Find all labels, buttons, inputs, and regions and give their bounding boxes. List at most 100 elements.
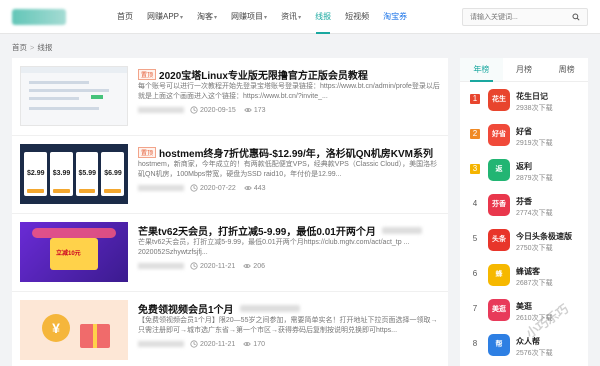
article-date: 2020-09-15 xyxy=(200,106,236,114)
app-name[interactable]: 今日头条极速版 xyxy=(516,231,572,242)
download-count: 2576次下载 xyxy=(516,350,553,357)
pinned-badge: 置顶 xyxy=(138,147,157,158)
haosheng-icon[interactable]: 好省 xyxy=(488,124,510,146)
rank-number: 6 xyxy=(472,269,478,278)
article-title[interactable]: 免费领视频会员1个月 xyxy=(138,301,443,316)
article-meta: 2020-11-21 206 xyxy=(138,262,265,270)
download-count: 2938次下载 xyxy=(516,105,553,112)
rank-number: 5 xyxy=(472,234,478,243)
nav-item[interactable]: 首页 xyxy=(110,0,140,34)
article-title[interactable]: 置顶 hostmem终身7折优惠码-$12.99/年，洛杉矶QN机房KVM系列 xyxy=(138,145,443,160)
ranking-item[interactable]: 8 帮众人帮 2576次下载 xyxy=(460,331,588,365)
article-thumbnail[interactable] xyxy=(20,66,128,126)
app-name[interactable]: 花生日记 xyxy=(516,91,548,102)
author-name-blurred xyxy=(138,185,184,191)
chevron-down-icon: ▾ xyxy=(214,15,218,21)
nav-item[interactable]: 短视频 xyxy=(338,0,376,34)
tab-weekly[interactable]: 周榜 xyxy=(545,58,588,81)
article-meta: 2020-07-22 443 xyxy=(138,184,266,192)
author-name-blurred xyxy=(138,107,184,113)
rank-number: 2 xyxy=(470,129,480,139)
eye-icon xyxy=(243,264,251,268)
article-excerpt: 【免费领视频会员1个月】限20—55岁之间参加，需要简单实名！打开地址下拉页面选… xyxy=(138,317,438,334)
ranking-item[interactable]: 2 好省 好省 2919次下载 xyxy=(460,121,588,155)
chevron-down-icon: ▾ xyxy=(264,15,268,21)
article-excerpt: 芒果tv62天会员，打折立减5-9.99，最低0.01开两个月https://c… xyxy=(138,239,410,256)
view-count: 206 xyxy=(253,262,265,270)
search-input[interactable] xyxy=(463,9,563,25)
article-date: 2020-11-21 xyxy=(200,340,236,348)
ranking-item[interactable]: 6 蜂蜂诚客 2687次下载 xyxy=(460,261,588,295)
nav-item[interactable]: 网赚项目▾ xyxy=(224,0,274,34)
app-ranking-sidebar: 年榜 月榜 周榜 1 花生 花生日记 2938次下载 2 好省 好省 2919次下载 3 返返利 2… xyxy=(460,58,588,366)
nav-item[interactable]: 资讯▾ xyxy=(274,0,308,34)
article-thumbnail[interactable]: $2.99 $3.99 $5.99 $6.99 xyxy=(20,144,128,204)
pinned-badge: 置顶 xyxy=(138,69,157,80)
app-name[interactable]: 返利 xyxy=(516,161,532,172)
download-count: 2750次下载 xyxy=(516,245,553,252)
eye-icon xyxy=(244,186,252,190)
article-item[interactable]: ¥ 免费领视频会员1个月 【免费领视频会员1个月】限20—55岁之间参加，需要简… xyxy=(12,292,448,366)
view-count: 170 xyxy=(253,340,265,348)
top-header: 首页 网赚APP▾ 淘客▾ 网赚项目▾ 资讯▾ 线报 短视频 淘宝券 xyxy=(0,0,600,34)
article-title[interactable]: 置顶 2020宝塔Linux专业版无限撸官方正版会员教程 xyxy=(138,67,443,82)
breadcrumb-separator: > xyxy=(30,43,35,52)
rank-number: 1 xyxy=(470,94,480,104)
download-count: 2774次下载 xyxy=(516,210,553,217)
article-item[interactable]: 立减10元 芒果tv62天会员，打折立减5-9.99，最低0.01开两个月 芒果… xyxy=(12,214,448,292)
download-count: 2919次下载 xyxy=(516,140,553,147)
clock-icon xyxy=(190,106,198,114)
zhongrenbang-icon[interactable]: 帮 xyxy=(488,334,510,356)
nav-item[interactable]: 淘宝券 xyxy=(376,0,414,34)
article-thumbnail[interactable]: ¥ xyxy=(20,300,128,360)
author-name-blurred xyxy=(138,341,184,347)
article-date: 2020-11-21 xyxy=(200,262,236,270)
breadcrumb: 首页 > 线报 xyxy=(12,42,52,53)
nav-item[interactable]: 淘客▾ xyxy=(190,0,224,34)
peanut-diary-icon[interactable]: 花生 xyxy=(488,89,510,111)
search-box xyxy=(462,8,588,26)
article-excerpt: 每个账号可以进行一次教程开始先登录宝塔账号登录链接：https://www.bt… xyxy=(138,83,440,100)
download-count: 2879次下载 xyxy=(516,175,553,182)
bee-icon[interactable]: 蜂 xyxy=(488,264,510,286)
main-nav: 首页 网赚APP▾ 淘客▾ 网赚项目▾ 资讯▾ 线报 短视频 淘宝券 xyxy=(110,0,414,34)
eye-icon xyxy=(243,342,251,346)
tab-yearly[interactable]: 年榜 xyxy=(460,58,503,82)
ranking-item[interactable]: 4 芬香 芬香 2774次下载 xyxy=(460,191,588,225)
app-name[interactable]: 美逛 xyxy=(516,301,532,312)
article-thumbnail[interactable]: 立减10元 xyxy=(20,222,128,282)
nav-item[interactable]: 线报 xyxy=(308,0,338,34)
rank-number: 7 xyxy=(472,304,478,313)
rank-number: 4 xyxy=(472,199,478,208)
rank-number: 8 xyxy=(472,339,478,348)
app-name[interactable]: 芬香 xyxy=(516,196,532,207)
ranking-item[interactable]: 5 头条 今日头条极速版 2750次下载 xyxy=(460,226,588,260)
app-name[interactable]: 蜂诚客 xyxy=(516,266,540,277)
breadcrumb-home[interactable]: 首页 xyxy=(12,43,27,52)
nav-item[interactable]: 网赚APP▾ xyxy=(140,0,190,34)
app-name[interactable]: 好省 xyxy=(516,126,532,137)
fenxiang-icon[interactable]: 芬香 xyxy=(488,194,510,216)
toutiao-icon[interactable]: 头条 xyxy=(488,229,510,251)
article-title[interactable]: 芒果tv62天会员，打折立减5-9.99，最低0.01开两个月 xyxy=(138,223,443,238)
author-name-blurred xyxy=(138,263,184,269)
ranking-item[interactable]: 3 返返利 2879次下载 xyxy=(460,156,588,190)
rank-number: 3 xyxy=(470,164,480,174)
clock-icon xyxy=(190,262,198,270)
tab-monthly[interactable]: 月榜 xyxy=(503,58,546,81)
title-suffix-blurred xyxy=(381,227,422,234)
fanli-icon[interactable]: 返 xyxy=(488,159,510,181)
search-icon[interactable] xyxy=(572,13,580,21)
article-item[interactable]: 置顶 2020宝塔Linux专业版无限撸官方正版会员教程 每个账号可以进行一次教程… xyxy=(12,58,448,136)
meiguang-icon[interactable]: 美逛 xyxy=(488,299,510,321)
ranking-item[interactable]: 1 花生 花生日记 2938次下载 xyxy=(460,86,588,120)
article-meta: 2020-11-21 170 xyxy=(138,340,265,348)
title-suffix-blurred xyxy=(239,305,300,312)
article-item[interactable]: $2.99 $3.99 $5.99 $6.99 置顶 hostmem终身7折优惠码… xyxy=(12,136,448,214)
clock-icon xyxy=(190,340,198,348)
site-logo[interactable] xyxy=(12,9,66,25)
ranking-tabs: 年榜 月榜 周榜 xyxy=(460,58,588,82)
download-count: 2687次下载 xyxy=(516,280,553,287)
article-meta: 2020-09-15 173 xyxy=(138,106,266,114)
view-count: 443 xyxy=(253,184,266,192)
